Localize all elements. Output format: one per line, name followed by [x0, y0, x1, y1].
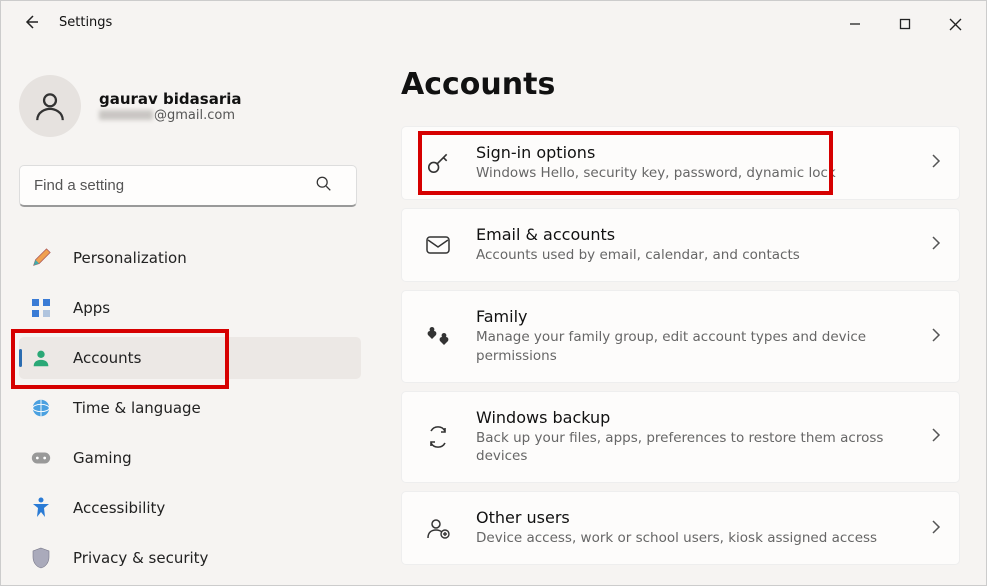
- globe-clock-icon: [29, 396, 53, 420]
- sidebar-item-time-language[interactable]: Time & language: [19, 387, 361, 429]
- card-title: Family: [476, 307, 921, 326]
- sidebar-item-gaming[interactable]: Gaming: [19, 437, 361, 479]
- sync-icon: [424, 423, 452, 451]
- chevron-right-icon: [931, 327, 941, 346]
- profile-email: @gmail.com: [99, 108, 242, 123]
- apps-icon: [29, 296, 53, 320]
- paintbrush-icon: [29, 246, 53, 270]
- card-title: Sign-in options: [476, 143, 921, 162]
- chevron-right-icon: [931, 427, 941, 446]
- chevron-right-icon: [931, 519, 941, 538]
- card-desc: Back up your files, apps, preferences to…: [476, 429, 906, 467]
- sidebar-item-label: Personalization: [73, 249, 187, 267]
- card-title: Other users: [476, 508, 921, 527]
- key-icon: [424, 149, 452, 177]
- sidebar-item-accessibility[interactable]: Accessibility: [19, 487, 361, 529]
- close-button[interactable]: [942, 11, 968, 37]
- card-family[interactable]: Family Manage your family group, edit ac…: [401, 290, 960, 383]
- sidebar-nav: Personalization Apps Accounts Time: [19, 233, 361, 579]
- chevron-right-icon: [931, 235, 941, 254]
- search-container: [19, 165, 361, 207]
- card-windows-backup[interactable]: Windows backup Back up your files, apps,…: [401, 391, 960, 484]
- accessibility-icon: [29, 496, 53, 520]
- shield-icon: [29, 546, 53, 570]
- selection-indicator: [19, 349, 22, 367]
- sidebar-item-label: Privacy & security: [73, 549, 208, 567]
- minimize-button[interactable]: [842, 11, 868, 37]
- card-email-accounts[interactable]: Email & accounts Accounts used by email,…: [401, 208, 960, 282]
- card-sign-in-options[interactable]: Sign-in options Windows Hello, security …: [401, 126, 960, 200]
- chevron-right-icon: [931, 153, 941, 172]
- sidebar-item-privacy-security[interactable]: Privacy & security: [19, 537, 361, 579]
- sidebar-item-label: Accounts: [73, 349, 141, 367]
- card-desc: Windows Hello, security key, password, d…: [476, 164, 906, 183]
- card-other-users[interactable]: Other users Device access, work or schoo…: [401, 491, 960, 565]
- profile-name: gaurav bidasaria: [99, 90, 242, 108]
- family-icon: [424, 322, 452, 350]
- sidebar-item-label: Gaming: [73, 449, 132, 467]
- search-icon: [315, 175, 333, 197]
- card-desc: Device access, work or school users, kio…: [476, 529, 906, 548]
- mail-icon: [424, 231, 452, 259]
- profile-block[interactable]: gaurav bidasaria @gmail.com: [19, 43, 361, 165]
- person-icon: [29, 346, 53, 370]
- card-title: Email & accounts: [476, 225, 921, 244]
- card-desc: Manage your family group, edit account t…: [476, 328, 906, 366]
- card-desc: Accounts used by email, calendar, and co…: [476, 246, 906, 265]
- sidebar-item-accounts[interactable]: Accounts: [19, 337, 361, 379]
- sidebar-item-label: Apps: [73, 299, 110, 317]
- maximize-button[interactable]: [892, 11, 918, 37]
- search-input[interactable]: [19, 165, 357, 207]
- sidebar-item-label: Time & language: [73, 399, 201, 417]
- card-title: Windows backup: [476, 408, 921, 427]
- sidebar-item-personalization[interactable]: Personalization: [19, 237, 361, 279]
- back-button[interactable]: [21, 12, 41, 32]
- gamepad-icon: [29, 446, 53, 470]
- sidebar-item-apps[interactable]: Apps: [19, 287, 361, 329]
- page-title: Accounts: [401, 67, 960, 102]
- user-plus-icon: [424, 514, 452, 542]
- window-title: Settings: [59, 15, 112, 30]
- avatar: [19, 75, 81, 137]
- sidebar-item-label: Accessibility: [73, 499, 165, 517]
